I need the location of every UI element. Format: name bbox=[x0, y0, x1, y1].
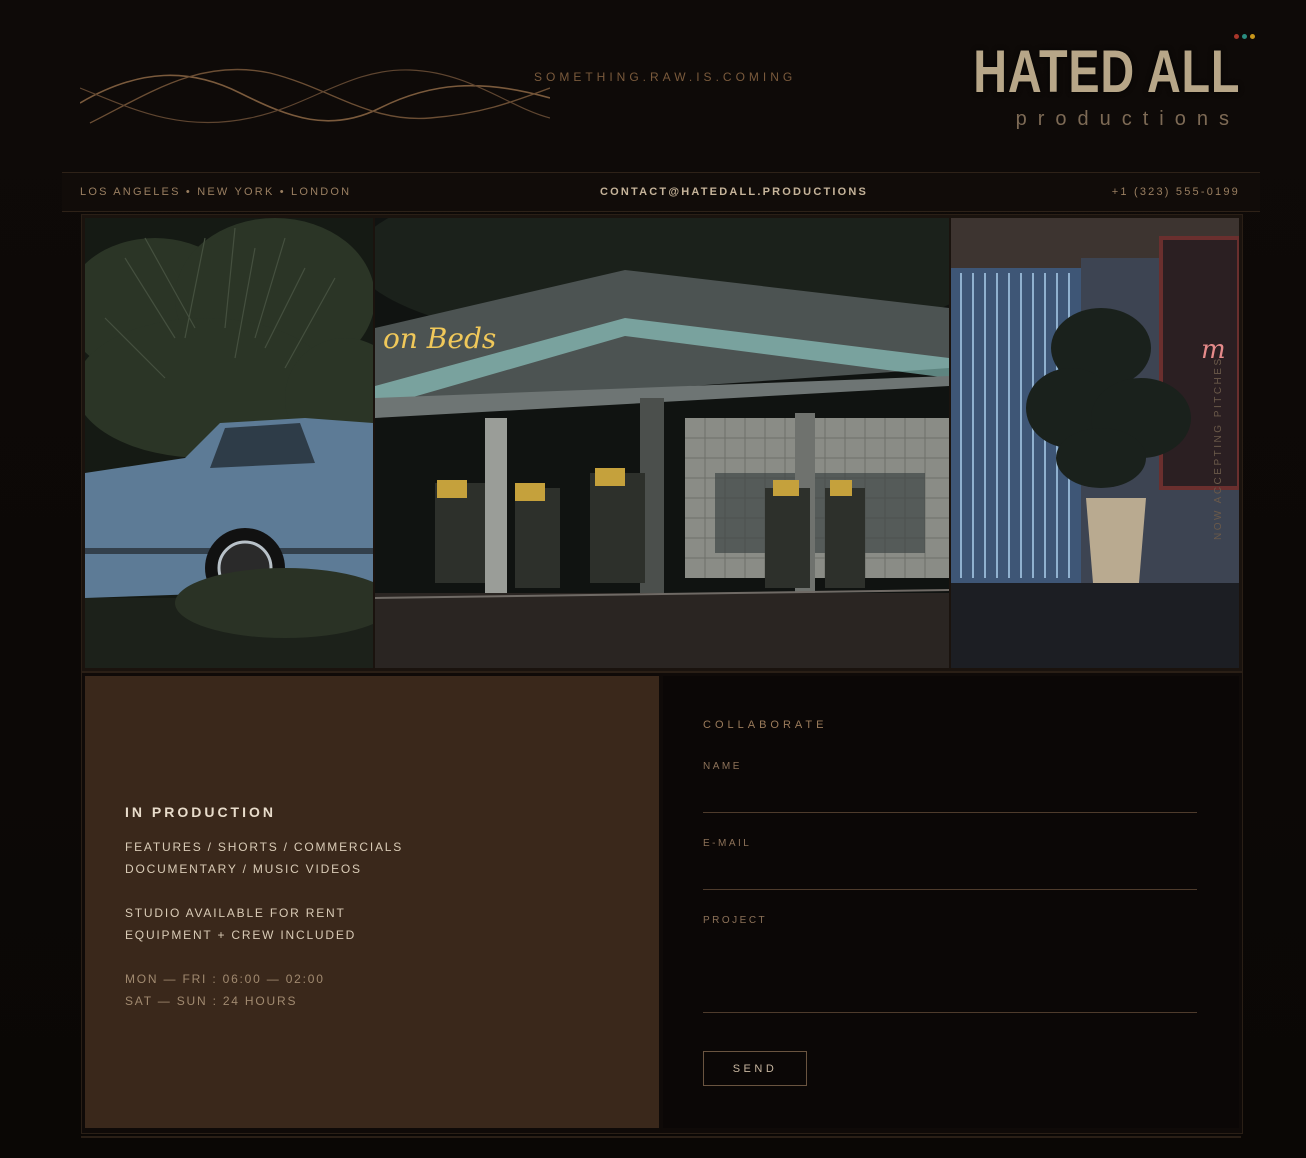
info-line-4: EQUIPMENT + CREW INCLUDED bbox=[125, 928, 357, 942]
info-bar: LOS ANGELES • NEW YORK • LONDON CONTACT@… bbox=[62, 172, 1260, 212]
info-line-3: STUDIO AVAILABLE FOR RENT bbox=[125, 906, 346, 920]
gallery-image-neon-room[interactable]: m bbox=[951, 218, 1239, 668]
email-label: E-MAIL bbox=[703, 838, 752, 849]
collaborate-form: COLLABORATE NAME E-MAIL PROJECT SEND bbox=[663, 676, 1239, 1128]
name-label: NAME bbox=[703, 761, 742, 772]
info-line-2: DOCUMENTARY / MUSIC VIDEOS bbox=[125, 862, 362, 876]
gas-station-image: on Beds bbox=[375, 218, 949, 668]
send-button[interactable]: SEND bbox=[703, 1051, 807, 1086]
locations: LOS ANGELES • NEW YORK • LONDON bbox=[80, 186, 352, 198]
divider bbox=[81, 1136, 1241, 1138]
project-label: PROJECT bbox=[703, 915, 768, 926]
brand-subtitle: productions bbox=[1015, 108, 1240, 130]
car-jungle-image bbox=[85, 218, 373, 668]
photo-gallery: on Beds m bbox=[81, 214, 1243, 672]
brand-title: HATED ALL bbox=[973, 38, 1240, 105]
project-field[interactable] bbox=[703, 938, 1197, 1013]
hours-weekend: SAT — SUN : 24 HOURS bbox=[125, 994, 298, 1008]
email-link[interactable]: CONTACT@HATEDALL.PRODUCTIONS bbox=[600, 186, 868, 198]
info-line-1: FEATURES / SHORTS / COMMERCIALS bbox=[125, 840, 404, 854]
name-field[interactable] bbox=[703, 788, 1197, 813]
neon-sign-text: on Beds bbox=[383, 322, 496, 355]
form-heading: COLLABORATE bbox=[703, 719, 828, 731]
tagline: SOMETHING.RAW.IS.COMING bbox=[534, 70, 797, 84]
production-info-card: IN PRODUCTION FEATURES / SHORTS / COMMER… bbox=[85, 676, 659, 1128]
vertical-note: NOW ACCEPTING PITCHES bbox=[1213, 356, 1224, 540]
hours-weekday: MON — FRI : 06:00 — 02:00 bbox=[125, 972, 325, 986]
email-field[interactable] bbox=[703, 865, 1197, 890]
gallery-image-car[interactable] bbox=[85, 218, 373, 668]
neon-room-image: m bbox=[951, 218, 1239, 668]
lower-section: IN PRODUCTION FEATURES / SHORTS / COMMER… bbox=[81, 672, 1243, 1134]
site-header: SOMETHING.RAW.IS.COMING HATED ALL produc… bbox=[62, 30, 1260, 170]
brand-logo[interactable]: HATED ALL productions bbox=[898, 40, 1240, 131]
info-title: IN PRODUCTION bbox=[125, 804, 276, 820]
page: SOMETHING.RAW.IS.COMING HATED ALL produc… bbox=[0, 0, 1306, 1158]
gallery-image-gas-station[interactable]: on Beds bbox=[375, 218, 949, 668]
wave-logo-icon bbox=[80, 68, 550, 124]
phone-link[interactable]: +1 (323) 555-0199 bbox=[1112, 186, 1240, 198]
